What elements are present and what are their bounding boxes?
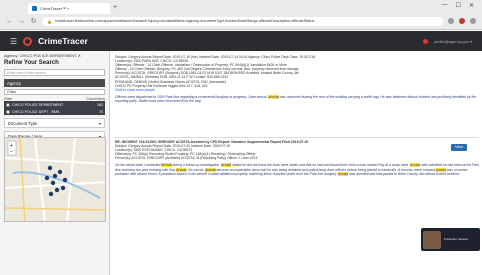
menu-icon[interactable] [470,18,476,24]
presenter-video[interactable]: Presenter camera [421,228,480,251]
close-window-button[interactable]: ✕ [469,2,474,9]
lock-icon: 🔒 [47,18,52,24]
forward-icon[interactable]: → [18,18,25,25]
chevron-down-icon: ▾ [98,121,101,126]
filter-column-label: Filter [4,97,13,101]
agency-section-header[interactable]: Agency [4,79,105,87]
count-column-label: Count/Item [86,97,105,101]
tab-strip: CrimeTracer™ × + — ☐ ✕ [0,0,482,14]
narrative-text: Officers were dispatched to 1500 Park Av… [115,94,477,103]
facet-label: CHICO POLICE DEPT - RMS [12,109,60,114]
checkbox[interactable] [6,102,10,107]
search-hit-highlight: Acosta [410,163,421,168]
facet-count: 163 [97,102,103,107]
user-menu[interactable]: jsmith@agency.gov ▾ [434,39,472,44]
agency-filter-input[interactable]: Chico [4,89,105,95]
new-tab-button[interactable]: + [113,3,117,12]
view-button[interactable]: View [451,144,468,151]
favicon-icon [32,6,37,11]
app-header: ☰ CrimeTracer jsmith@agency.gov ▾ [0,31,482,51]
facet-count: 70 [99,109,103,114]
refine-title: Refine Your Search [4,60,59,66]
video-caption: Presenter camera [444,236,468,241]
minimize-button[interactable]: — [442,2,448,9]
url-text: crimetracer.leadsonline.com/apps/crimetr… [54,19,315,23]
address-bar[interactable]: 🔒 crimetracer.leadsonline.com/apps/crime… [42,16,443,26]
user-status-icon [423,38,429,44]
active-agency-filter[interactable]: Agency: CHICO POLICE DEPARTMENT ✕ [4,53,105,59]
facet-item[interactable]: CHICO POLICE DEPT - RMS 70 [4,108,105,115]
divider [115,137,479,138]
browser-chrome: CrimeTracer™ × + — ☐ ✕ ← → ↻ 🔒 crimetrac… [0,0,482,30]
search-hit-highlight: Acosta [220,163,232,168]
narrative-text: On the above date I contacted Acosta dur… [115,163,480,176]
browser-tab[interactable]: CrimeTracer™ × [28,3,110,14]
facet-item[interactable]: CHICO POLICE DEPARTMENT 163 [4,101,105,108]
search-hit-highlight: Acosta [205,167,216,172]
maximize-button[interactable]: ☐ [456,2,461,9]
incident-map[interactable]: + − [4,137,106,222]
facet-label: CHICO POLICE DEPARTMENT [12,102,64,107]
filter-search-input[interactable]: Enter text to filter search [4,69,105,76]
app-logo: CrimeTracer [38,36,88,46]
window-controls: — ☐ ✕ [442,2,474,9]
search-hit-highlight: Acosta [161,163,172,168]
checkbox[interactable] [6,109,10,114]
search-hit-highlight: Acosta [268,94,279,99]
map-graphic: + − [5,138,105,221]
reload-icon[interactable]: ↻ [30,17,37,25]
accordion-document-type[interactable]: Document Type ▾ [4,118,105,128]
svg-text:−: − [10,149,13,155]
presenter-avatar [423,230,441,249]
search-hit-highlight: Acosta [435,167,446,172]
profile-icon[interactable] [459,18,465,24]
logo-icon [23,36,33,46]
extension-icon[interactable] [448,18,454,24]
result-card-1[interactable]: Subject: Gregory Acosta Report Date: 201… [115,55,479,131]
back-icon[interactable]: ← [6,18,13,25]
hamburger-icon[interactable]: ☰ [10,37,17,46]
tab-title: CrimeTracer™ × [40,6,70,11]
show-more-people-link[interactable]: Click to show more people [115,88,479,92]
search-hit-highlight: Acosta [337,171,349,176]
search-hit-highlight: Acosta [176,167,187,172]
record-line: Person(s): ACOSTA, GREGORY (Arrestee) AC… [115,156,258,161]
accordion-label: Document Type [8,121,38,126]
address-row: ← → ↻ 🔒 crimetracer.leadsonline.com/apps… [0,14,482,28]
